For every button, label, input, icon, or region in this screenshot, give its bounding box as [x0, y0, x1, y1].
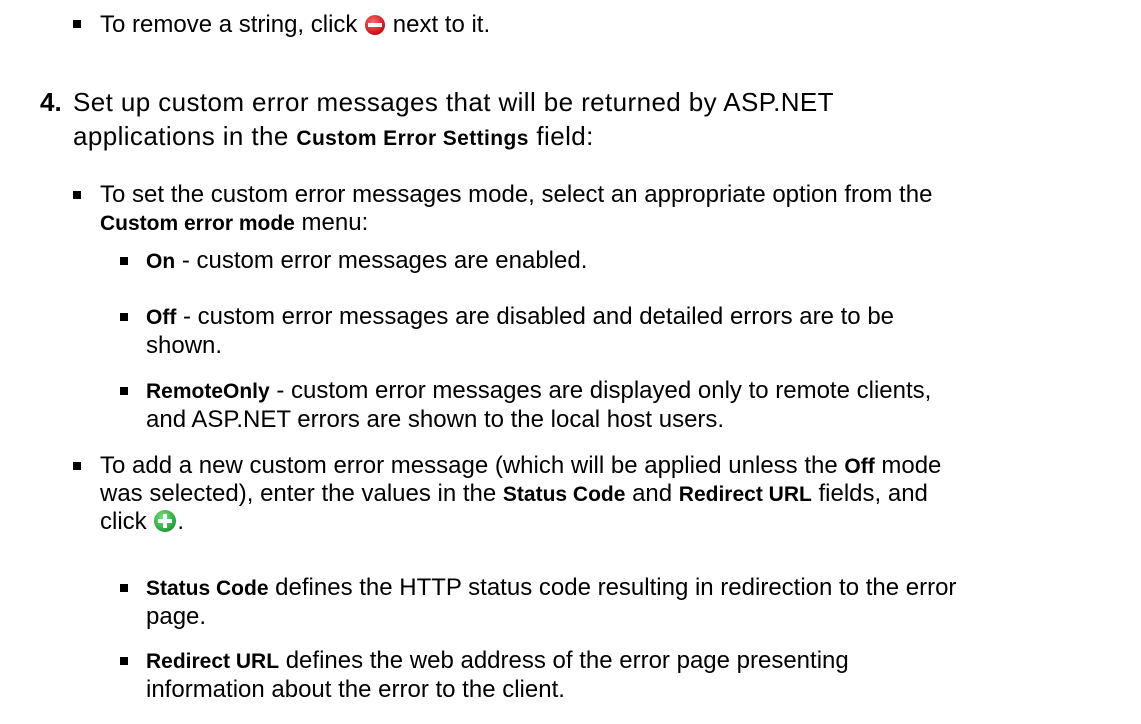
add-instruction-line2: was selected), enter the values in the S… [100, 480, 928, 507]
bullet-marker [120, 257, 128, 265]
redirect-url-description-cont: information about the error to the clien… [146, 676, 565, 703]
add-instruction-line1: To add a new custom error message (which… [100, 452, 942, 479]
mode-option-off-cont: shown. [146, 332, 223, 359]
bullet-marker [120, 584, 128, 592]
remove-icon [365, 15, 386, 35]
mode-option-on: On - custom error messages are enabled. [146, 247, 588, 274]
mode-instruction-line1: To set the custom error messages mode, s… [100, 181, 933, 208]
bullet-marker [120, 313, 128, 321]
mode-option-off: Off - custom error messages are disabled… [146, 303, 895, 330]
bullet-marker [120, 657, 128, 665]
step-heading-line2: applications in the Custom Error Setting… [73, 121, 594, 151]
bullet-marker [120, 387, 128, 395]
status-code-description: Status Code defines the HTTP status code… [146, 574, 957, 601]
add-icon [154, 510, 177, 532]
mode-option-remoteonly-cont: and ASP.NET errors are shown to the loca… [146, 406, 725, 433]
bullet-marker [73, 191, 81, 199]
redirect-url-description: Redirect URL defines the web address of … [146, 647, 849, 674]
mode-instruction-line2: Custom error mode menu: [100, 209, 369, 236]
mode-option-remoteonly: RemoteOnly - custom error messages are d… [146, 377, 932, 404]
step-number: 4. [40, 87, 62, 117]
add-instruction-line3: click . [100, 508, 185, 535]
remove-string-text-end: next to it. [386, 11, 491, 38]
bullet-marker [73, 462, 81, 470]
remove-string-text: To remove a string, click [100, 11, 365, 38]
bullet-marker [73, 20, 81, 28]
step-heading-line1: Set up custom error messages that will b… [73, 87, 834, 117]
remove-string-instruction: To remove a string, click next to it. [100, 10, 490, 40]
status-code-description-cont: page. [146, 603, 207, 630]
